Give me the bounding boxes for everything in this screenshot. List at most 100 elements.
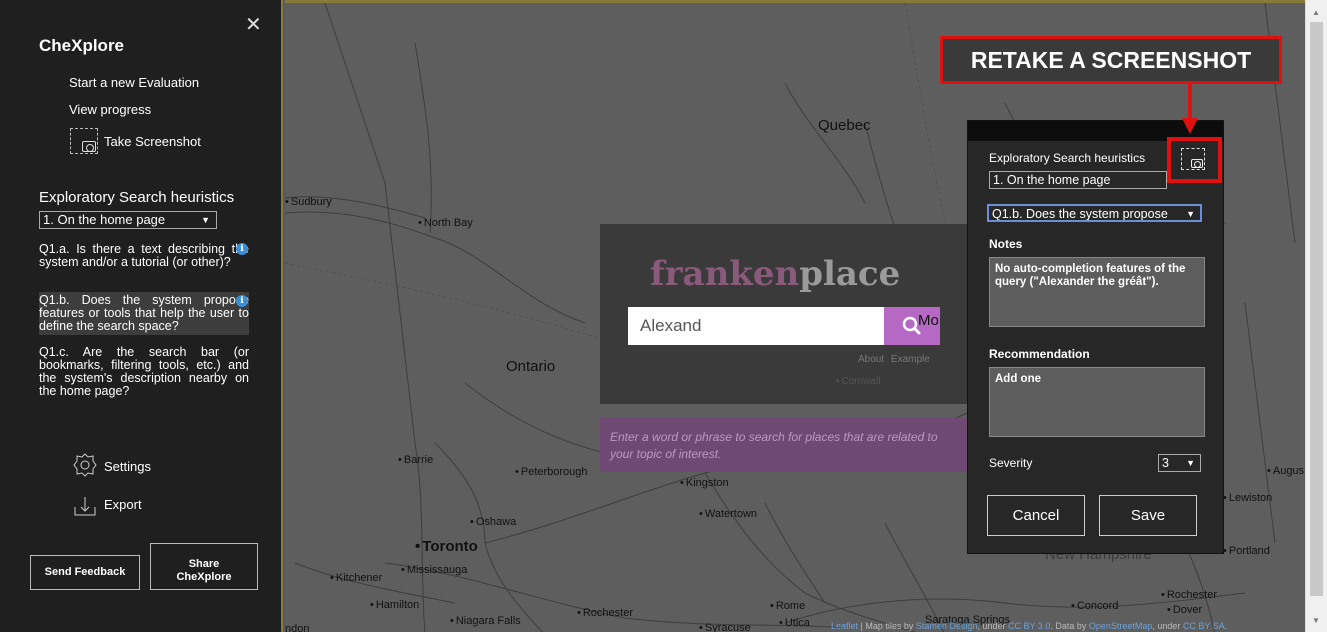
- heuristics-title: Exploratory Search heuristics: [39, 189, 235, 206]
- chevron-down-icon: ▼: [1184, 455, 1195, 471]
- settings-link[interactable]: Settings: [104, 459, 151, 474]
- question-text: Q1.b. Does the system propose features o…: [39, 293, 249, 333]
- map-label-portland: Portland: [1223, 545, 1270, 557]
- search-input[interactable]: Alexand: [628, 307, 884, 345]
- retake-screenshot-callout: RETAKE A SCREENSHOT: [940, 36, 1282, 84]
- map-label-augusta: Augus: [1267, 465, 1304, 477]
- panel-question-value: Q1.b. Does the system propose: [992, 207, 1168, 221]
- question-q1c[interactable]: Q1.c. Are the search bar (or bookmarks, …: [39, 346, 249, 398]
- attrib-text: , under: [1152, 621, 1183, 631]
- map-label-north-bay: North Bay: [418, 217, 473, 229]
- scroll-up-icon[interactable]: ▲: [1312, 8, 1320, 17]
- search-hint: Enter a word or phrase to search for pla…: [600, 418, 970, 472]
- about-link[interactable]: About: [858, 354, 884, 365]
- stamen-link[interactable]: Stamen Design: [916, 621, 978, 631]
- severity-value: 3: [1162, 456, 1169, 470]
- example-link[interactable]: Example: [891, 354, 930, 365]
- gear-icon[interactable]: [73, 453, 97, 477]
- severity-select[interactable]: 3 ▼: [1158, 454, 1201, 472]
- map-label-barrie: Barrie: [398, 454, 433, 466]
- scroll-down-icon[interactable]: ▼: [1312, 616, 1320, 625]
- recommendation-textarea[interactable]: Add one: [989, 367, 1205, 437]
- start-evaluation-link[interactable]: Start a new Evaluation: [69, 75, 199, 90]
- close-icon[interactable]: ✕: [245, 12, 262, 37]
- map-label-kitchener: Kitchener: [330, 572, 382, 584]
- page-scrollbar[interactable]: ▲ ▼: [1305, 0, 1327, 632]
- map-label-oshawa: Oshawa: [470, 516, 516, 528]
- question-text: Q1.c. Are the search bar (or bookmarks, …: [39, 345, 249, 398]
- notes-label: Notes: [989, 237, 1023, 251]
- attrib-text: , under: [977, 621, 1008, 631]
- chexplore-sidebar: ✕ CheXplore Start a new Evaluation View …: [0, 0, 283, 632]
- map-label-quebec: Quebec: [818, 117, 871, 134]
- callout-label: RETAKE A SCREENSHOT: [970, 47, 1252, 73]
- map-label-london: ndon: [285, 623, 310, 632]
- frankenplace-logo: frankenplace: [650, 254, 900, 294]
- export-icon[interactable]: [73, 495, 97, 517]
- map-attribution: Leaflet | Map tiles by Stamen Design, un…: [831, 621, 1227, 631]
- section-select[interactable]: 1. On the home page ▼: [39, 211, 217, 229]
- map-label-rochester-nh: Rochester: [1161, 589, 1217, 601]
- cancel-button[interactable]: Cancel: [987, 495, 1085, 536]
- leaflet-link[interactable]: Leaflet: [831, 621, 858, 631]
- view-progress-link[interactable]: View progress: [69, 102, 151, 117]
- share-label-2: CheXplore: [176, 570, 232, 583]
- map-label-mo: Mo: [918, 312, 939, 329]
- map-label-sudbury: Sudbury: [285, 196, 332, 208]
- map-label-ontario: Ontario: [506, 358, 556, 375]
- map-label-dover: Dover: [1167, 604, 1202, 616]
- attrib-text: | Map tiles by: [858, 621, 916, 631]
- ccbysa-link[interactable]: CC BY SA: [1183, 621, 1225, 631]
- panel-section-select[interactable]: 1. On the home page: [989, 171, 1167, 189]
- question-q1a[interactable]: Q1.a. Is there a text describing the sys…: [39, 243, 249, 269]
- chevron-down-icon: ▼: [1184, 206, 1195, 220]
- map-label-rochester-ny: Rochester: [577, 607, 633, 619]
- info-icon[interactable]: i: [236, 295, 248, 307]
- notes-textarea[interactable]: No auto-completion features of the query…: [989, 257, 1205, 327]
- callout-highlight-box: [1167, 137, 1222, 183]
- map-label-syracuse: Syracuse: [699, 622, 751, 632]
- map-label-utica: Utica: [779, 617, 810, 629]
- map-label-lewiston: Lewiston: [1223, 492, 1272, 504]
- map-label-niagara-falls: Niagara Falls: [450, 615, 521, 627]
- app-root: ✕ CheXplore Start a new Evaluation View …: [0, 0, 1327, 632]
- screenshot-icon[interactable]: [70, 128, 98, 154]
- map-label-watertown: Watertown: [699, 508, 757, 520]
- attrib-text: . Data by: [1050, 621, 1089, 631]
- share-chexplore-button[interactable]: Share CheXplore: [150, 543, 258, 590]
- map-label-kingston: Kingston: [680, 477, 729, 489]
- map-label-cornwall: Cornwall: [836, 376, 881, 387]
- logo-part-b: place: [799, 254, 901, 294]
- panel-question-select[interactable]: Q1.b. Does the system propose ▼: [987, 204, 1202, 222]
- question-text: Q1.a. Is there a text describing the sys…: [39, 242, 249, 269]
- logo-part-a: franken: [650, 254, 800, 294]
- send-feedback-button[interactable]: Send Feedback: [30, 555, 140, 590]
- severity-label: Severity: [989, 456, 1033, 470]
- map-label-toronto: Toronto: [415, 538, 478, 555]
- map-label-peterborough: Peterborough: [515, 466, 588, 478]
- map-label-rome: Rome: [770, 600, 805, 612]
- share-label-1: Share: [188, 557, 220, 570]
- question-q1b[interactable]: Q1.b. Does the system propose features o…: [39, 292, 249, 335]
- save-button[interactable]: Save: [1099, 495, 1197, 536]
- chevron-down-icon: ▼: [201, 215, 210, 225]
- attrib-text: .: [1224, 621, 1228, 631]
- frankenplace-links: About Example: [858, 354, 930, 365]
- frankenplace-search-panel: frankenplace Alexand About Example Mo Co…: [600, 224, 970, 404]
- recommendation-label: Recommendation: [989, 347, 1090, 361]
- panel-heuristics-title: Exploratory Search heuristics: [989, 151, 1146, 165]
- osm-link[interactable]: OpenStreetMap: [1089, 621, 1153, 631]
- ccby-link[interactable]: CC BY 3.0: [1008, 621, 1050, 631]
- export-link[interactable]: Export: [104, 497, 142, 512]
- callout-arrow: [1182, 84, 1198, 134]
- panel-section-value: 1. On the home page: [993, 173, 1111, 187]
- map-label-mississauga: Mississauga: [401, 564, 468, 576]
- evaluation-panel: Exploratory Search heuristics 1. On the …: [967, 120, 1224, 554]
- section-select-value: 1. On the home page: [43, 212, 166, 227]
- map-label-concord: Concord: [1071, 600, 1119, 612]
- take-screenshot-link[interactable]: Take Screenshot: [104, 134, 201, 149]
- info-icon[interactable]: i: [236, 243, 248, 255]
- map-label-hamilton: Hamilton: [370, 599, 419, 611]
- scroll-thumb[interactable]: [1310, 22, 1323, 596]
- sidebar-title: CheXplore: [39, 36, 125, 55]
